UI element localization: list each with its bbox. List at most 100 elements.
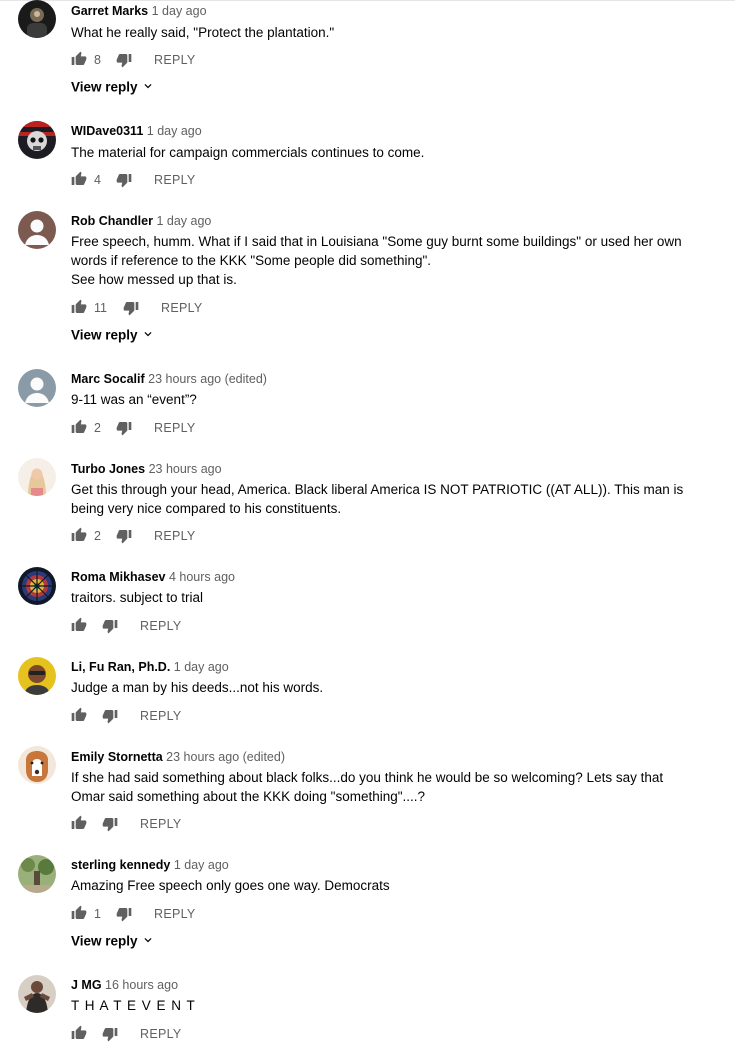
view-reply-label: View reply xyxy=(71,327,138,343)
view-reply-button[interactable]: View reply xyxy=(71,327,155,345)
thumb-down-icon[interactable] xyxy=(102,708,118,724)
like-count: 8 xyxy=(94,53,101,67)
comment-author[interactable]: Li, Fu Ran, Ph.D. xyxy=(71,660,170,674)
thumb-up-icon[interactable] xyxy=(71,1025,87,1041)
comment-time[interactable]: 1 day ago xyxy=(147,124,202,138)
comment-text: The material for campaign commercials co… xyxy=(71,143,691,162)
thumb-up-icon[interactable] xyxy=(71,527,87,543)
comment-header: Emily Stornetta 23 hours ago (edited) xyxy=(71,749,285,765)
thumb-up-icon[interactable] xyxy=(71,707,87,723)
reply-button[interactable]: REPLY xyxy=(140,708,182,724)
thumb-up-icon[interactable] xyxy=(71,171,87,187)
thumb-down-icon[interactable] xyxy=(116,906,132,922)
like-count: 2 xyxy=(94,421,101,435)
comment-author[interactable]: sterling kennedy xyxy=(71,858,170,872)
avatar[interactable] xyxy=(18,657,56,695)
comment-text-line: What he really said, "Protect the planta… xyxy=(71,25,335,40)
comment-header: Garret Marks 1 day ago xyxy=(71,3,207,19)
reply-button[interactable]: REPLY xyxy=(154,906,196,922)
chevron-down-icon xyxy=(141,79,155,97)
comment-text-line: being very nice compared to his constitu… xyxy=(71,501,342,516)
thumb-down-icon[interactable] xyxy=(102,1026,118,1042)
comment-text: T H A T E V E N T xyxy=(71,996,691,1015)
avatar[interactable] xyxy=(18,369,56,407)
like-count: 2 xyxy=(94,529,101,543)
avatar[interactable] xyxy=(18,746,56,784)
chevron-down-icon xyxy=(141,933,155,951)
view-reply-button[interactable]: View reply xyxy=(71,933,155,951)
comment-text-line: traitors. subject to trial xyxy=(71,590,204,605)
thumb-up-icon[interactable] xyxy=(71,617,87,633)
comment-author[interactable]: Garret Marks xyxy=(71,4,148,18)
like-count: 11 xyxy=(94,301,107,315)
comment-text: What he really said, "Protect the planta… xyxy=(71,23,691,42)
thumb-up-icon[interactable] xyxy=(71,815,87,831)
comment-author[interactable]: WIDave0311 xyxy=(71,124,143,138)
reply-button[interactable]: REPLY xyxy=(154,528,196,544)
comment-text-line: T H A T E V E N T xyxy=(71,998,196,1013)
comment-author[interactable]: Emily Stornetta xyxy=(71,750,163,764)
comment-time[interactable]: 1 day ago xyxy=(152,4,207,18)
reply-button[interactable]: REPLY xyxy=(154,52,196,68)
thumb-down-icon[interactable] xyxy=(116,52,132,68)
comment-author[interactable]: J MG xyxy=(71,978,102,992)
comment-time[interactable]: 4 hours ago xyxy=(169,570,235,584)
comment-text: Free speech, humm. What if I said that i… xyxy=(71,232,691,289)
reply-button[interactable]: REPLY xyxy=(140,1026,182,1042)
comment-time[interactable]: 23 hours ago xyxy=(149,462,222,476)
comment-text-line: words if reference to the KKK "Some peop… xyxy=(71,253,432,268)
comment-text-line: Get this through your head, America. Bla… xyxy=(71,482,684,497)
like-count: 1 xyxy=(94,907,101,921)
reply-button[interactable]: REPLY xyxy=(154,172,196,188)
thumb-up-icon[interactable] xyxy=(71,905,87,921)
comment-author[interactable]: Turbo Jones xyxy=(71,462,145,476)
avatar[interactable] xyxy=(18,0,56,38)
avatar[interactable] xyxy=(18,567,56,605)
comment-header: Marc Socalif 23 hours ago (edited) xyxy=(71,371,267,387)
reply-button[interactable]: REPLY xyxy=(140,816,182,832)
thumb-up-icon[interactable] xyxy=(71,419,87,435)
top-divider xyxy=(0,0,735,1)
thumb-up-icon[interactable] xyxy=(71,299,87,315)
comment-time[interactable]: 1 day ago xyxy=(174,858,229,872)
comment-text-line: 9-11 was an “event”? xyxy=(71,392,197,407)
comment-time[interactable]: 16 hours ago xyxy=(105,978,178,992)
avatar[interactable] xyxy=(18,121,56,159)
comment-header: J MG 16 hours ago xyxy=(71,977,178,993)
thumb-down-icon[interactable] xyxy=(102,618,118,634)
thumb-down-icon[interactable] xyxy=(116,528,132,544)
avatar[interactable] xyxy=(18,458,56,496)
avatar[interactable] xyxy=(18,855,56,893)
view-reply-button[interactable]: View reply xyxy=(71,79,155,97)
comment-time[interactable]: 23 hours ago (edited) xyxy=(166,750,285,764)
comment-header: sterling kennedy 1 day ago xyxy=(71,857,229,873)
comment-time[interactable]: 23 hours ago (edited) xyxy=(148,372,267,386)
comment-time[interactable]: 1 day ago xyxy=(174,660,229,674)
view-reply-label: View reply xyxy=(71,79,138,95)
reply-button[interactable]: REPLY xyxy=(154,420,196,436)
comment-text-line: Omar said something about the KKK doing … xyxy=(71,789,426,804)
view-reply-label: View reply xyxy=(71,933,138,949)
avatar[interactable] xyxy=(18,211,56,249)
comment-header: Roma Mikhasev 4 hours ago xyxy=(71,569,235,585)
thumb-down-icon[interactable] xyxy=(116,420,132,436)
thumb-down-icon[interactable] xyxy=(102,816,118,832)
thumb-up-icon[interactable] xyxy=(71,51,87,67)
comment-author[interactable]: Rob Chandler xyxy=(71,214,153,228)
thumb-down-icon[interactable] xyxy=(123,300,139,316)
chevron-down-icon xyxy=(141,327,155,345)
comment-text-line: The material for campaign commercials co… xyxy=(71,145,425,160)
comment-text-line: If she had said something about black fo… xyxy=(71,770,664,785)
thumb-down-icon[interactable] xyxy=(116,172,132,188)
comment-text: traitors. subject to trial xyxy=(71,588,691,607)
reply-button[interactable]: REPLY xyxy=(161,300,203,316)
comment-header: Rob Chandler 1 day ago xyxy=(71,213,211,229)
comment-text: If she had said something about black fo… xyxy=(71,768,691,806)
comment-time[interactable]: 1 day ago xyxy=(156,214,211,228)
comment-author[interactable]: Roma Mikhasev xyxy=(71,570,165,584)
avatar[interactable] xyxy=(18,975,56,1013)
reply-button[interactable]: REPLY xyxy=(140,618,182,634)
comment-text: Judge a man by his deeds...not his words… xyxy=(71,678,691,697)
comment-text: 9-11 was an “event”? xyxy=(71,390,691,409)
comment-author[interactable]: Marc Socalif xyxy=(71,372,145,386)
